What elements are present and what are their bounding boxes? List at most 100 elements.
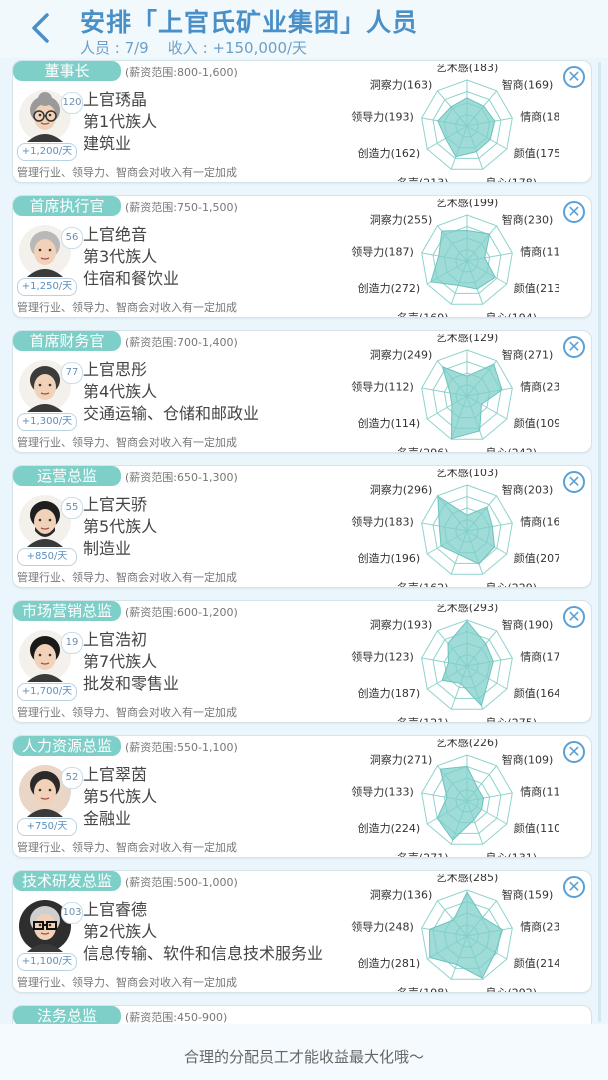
- close-icon[interactable]: ✕: [563, 606, 585, 628]
- radar-label: 情商(235): [520, 920, 559, 934]
- staff-card[interactable]: 运营总监 (薪资范围:650-1,300) 55 +850/天 上官天骄 第5代族人 制造业…: [12, 465, 592, 595]
- member-info: 上官浩初 第7代族人 批发和零售业: [83, 629, 179, 695]
- radar-label: 颜值(207): [514, 552, 559, 565]
- attribute-radar-chart: 艺术感(103)智商(203) 情商(168) 颜值(207) 良心(229) 名声(1…: [351, 466, 572, 595]
- level-badge: 56: [61, 227, 83, 249]
- member-industry: 信息传输、软件和信息技术服务业: [83, 944, 324, 963]
- radar-label: 领导力(248): [351, 921, 414, 934]
- radar-label: 洞察力(296): [370, 483, 433, 497]
- radar-label: 创造力(224): [358, 821, 421, 835]
- member-name: 上官思彤: [83, 360, 148, 379]
- radar-label: 良心(242): [486, 446, 538, 452]
- daily-income-badge: +1,100/天: [17, 953, 77, 971]
- radar-label: 良心(229): [486, 581, 538, 587]
- scrollbar[interactable]: [598, 62, 601, 1022]
- radar-label: 创造力(162): [358, 146, 421, 160]
- radar-label: 洞察力(249): [370, 348, 433, 362]
- radar-label: 智商(190): [502, 618, 554, 632]
- salary-range: (薪资范围:800-1,600): [125, 66, 238, 79]
- staff-card[interactable]: 首席财务官 (薪资范围:700-1,400) 77 +1,300/天 上官思彤 第4代族人…: [12, 330, 592, 460]
- member-industry: 建筑业: [83, 134, 132, 153]
- staff-card[interactable]: 市场营销总监 (薪资范围:600-1,200) 19 +1,700/天 上官浩初 第7代族…: [12, 600, 592, 730]
- radar-label: 名声(198): [397, 986, 449, 992]
- radar-value-polygon: [441, 363, 503, 440]
- staff-card[interactable]: 首席执行官 (薪资范围:750-1,500) 56 +1,250/天 上官绝音 第3代族人…: [12, 195, 592, 325]
- radar-label: 领导力(133): [351, 786, 414, 799]
- radar-label: 领导力(187): [351, 246, 414, 259]
- page-title: 安排「上官氏矿业集团」人员: [80, 8, 419, 37]
- radar-value-polygon: [437, 495, 496, 565]
- close-icon[interactable]: ✕: [563, 201, 585, 223]
- radar-label: 颜值(110): [514, 822, 559, 835]
- radar-chart-container: 艺术感(183)智商(169) 情商(184) 颜值(175) 良心(178) 名声(2…: [343, 61, 572, 190]
- radar-label: 颜值(175): [514, 147, 559, 160]
- radar-label: 名声(271): [397, 851, 449, 857]
- radar-label: 领导力(123): [351, 651, 414, 664]
- staff-card-list[interactable]: 董事长 (薪资范围:800-1,600) 120 +1,200/天 上官琇晶 第1代族人建…: [12, 60, 592, 1024]
- close-icon[interactable]: ✕: [563, 66, 585, 88]
- member-name: 上官浩初: [83, 630, 148, 649]
- member-name: 上官翠茵: [83, 765, 148, 784]
- footer-hint: 合理的分配员工才能收益最大化哦～: [183, 1048, 424, 1066]
- staff-card[interactable]: 技术研发总监 (薪资范围:500-1,000) 103 +1,100/天 上官睿德 第2代…: [12, 870, 592, 1000]
- radar-label: 智商(109): [502, 753, 554, 767]
- attribute-radar-chart: 艺术感(129)智商(271) 情商(232) 颜值(109) 良心(242) 名声(2…: [351, 331, 572, 460]
- radar-chart-container: 艺术感(199)智商(230) 情商(117) 颜值(213) 良心(194) 名声(1…: [343, 196, 572, 325]
- radar-label: 领导力(193): [351, 111, 414, 124]
- radar-label: 名声(162): [397, 581, 449, 587]
- member-info: 上官天骄 第5代族人 制造业: [83, 494, 157, 560]
- member-generation: 第3代族人: [83, 247, 158, 266]
- close-icon[interactable]: ✕: [563, 876, 585, 898]
- close-icon[interactable]: ✕: [563, 336, 585, 358]
- role-title: 运营总监: [13, 466, 121, 486]
- radar-label: 艺术感(183): [436, 64, 499, 74]
- level-badge: 19: [61, 632, 83, 654]
- salary-range: (薪资范围:500-1,000): [125, 876, 238, 889]
- member-name: 上官绝音: [83, 225, 148, 244]
- radar-label: 名声(121): [397, 716, 449, 722]
- role-title: 技术研发总监: [13, 871, 121, 891]
- attribute-radar-chart: 艺术感(183)智商(169) 情商(184) 颜值(175) 良心(178) 名声(2…: [351, 61, 572, 190]
- radar-label: 领导力(183): [351, 516, 414, 529]
- role-title: 首席财务官: [13, 331, 121, 351]
- member-info: 上官翠茵 第5代族人 金融业: [83, 764, 157, 830]
- member-industry: 住宿和餐饮业: [83, 269, 180, 288]
- radar-label: 洞察力(271): [370, 753, 433, 767]
- chevron-left-icon: [32, 13, 49, 43]
- attribute-radar-chart: 艺术感(293)智商(190) 情商(174) 颜值(164) 良心(275) 名声(1…: [351, 601, 572, 730]
- level-badge: 120: [61, 92, 83, 114]
- back-button[interactable]: [28, 12, 54, 44]
- radar-label: 领导力(112): [351, 381, 414, 394]
- radar-label: 情商(184): [520, 110, 559, 124]
- close-icon[interactable]: ✕: [563, 471, 585, 493]
- radar-label: 创造力(272): [358, 281, 421, 295]
- radar-label: 创造力(196): [358, 551, 421, 565]
- radar-label: 良心(194): [486, 311, 538, 317]
- radar-label: 良心(292): [486, 986, 538, 992]
- radar-label: 名声(213): [397, 176, 449, 182]
- radar-label: 洞察力(163): [370, 78, 433, 92]
- radar-label: 艺术感(226): [436, 739, 499, 749]
- radar-label: 洞察力(255): [370, 213, 433, 227]
- radar-label: 创造力(187): [358, 686, 421, 700]
- radar-label: 良心(275): [486, 716, 538, 722]
- radar-label: 智商(230): [502, 213, 554, 227]
- daily-income-badge: +1,300/天: [17, 413, 77, 431]
- member-generation: 第2代族人: [83, 922, 158, 941]
- radar-label: 智商(169): [502, 78, 554, 92]
- salary-range: (薪资范围:450-900): [125, 1011, 228, 1024]
- radar-label: 智商(159): [502, 888, 554, 902]
- member-generation: 第5代族人: [83, 517, 158, 536]
- radar-value-polygon: [437, 97, 496, 158]
- attribute-radar-chart: 艺术感(199)智商(230) 情商(117) 颜值(213) 良心(194) 名声(1…: [351, 196, 572, 325]
- salary-range: (薪资范围:550-1,100): [125, 741, 238, 754]
- role-title: 董事长: [13, 61, 121, 81]
- bonus-note: 管理行业、领导力、智商会对收入有一定加成: [17, 571, 237, 584]
- radar-chart-container: 艺术感(285)智商(159) 情商(235) 颜值(214) 良心(292) 名声(1…: [343, 871, 572, 1000]
- staff-card[interactable]: 董事长 (薪资范围:800-1,600) 120 +1,200/天 上官琇晶 第1代族人建…: [12, 60, 592, 190]
- radar-label: 创造力(281): [358, 956, 421, 970]
- radar-label: 智商(203): [502, 483, 554, 497]
- staff-card[interactable]: 人力资源总监 (薪资范围:550-1,100) 52 +750/天 上官翠茵 第5代族人金…: [12, 735, 592, 865]
- staff-card[interactable]: 法务总监 (薪资范围:450-900): [12, 1005, 592, 1024]
- close-icon[interactable]: ✕: [563, 741, 585, 763]
